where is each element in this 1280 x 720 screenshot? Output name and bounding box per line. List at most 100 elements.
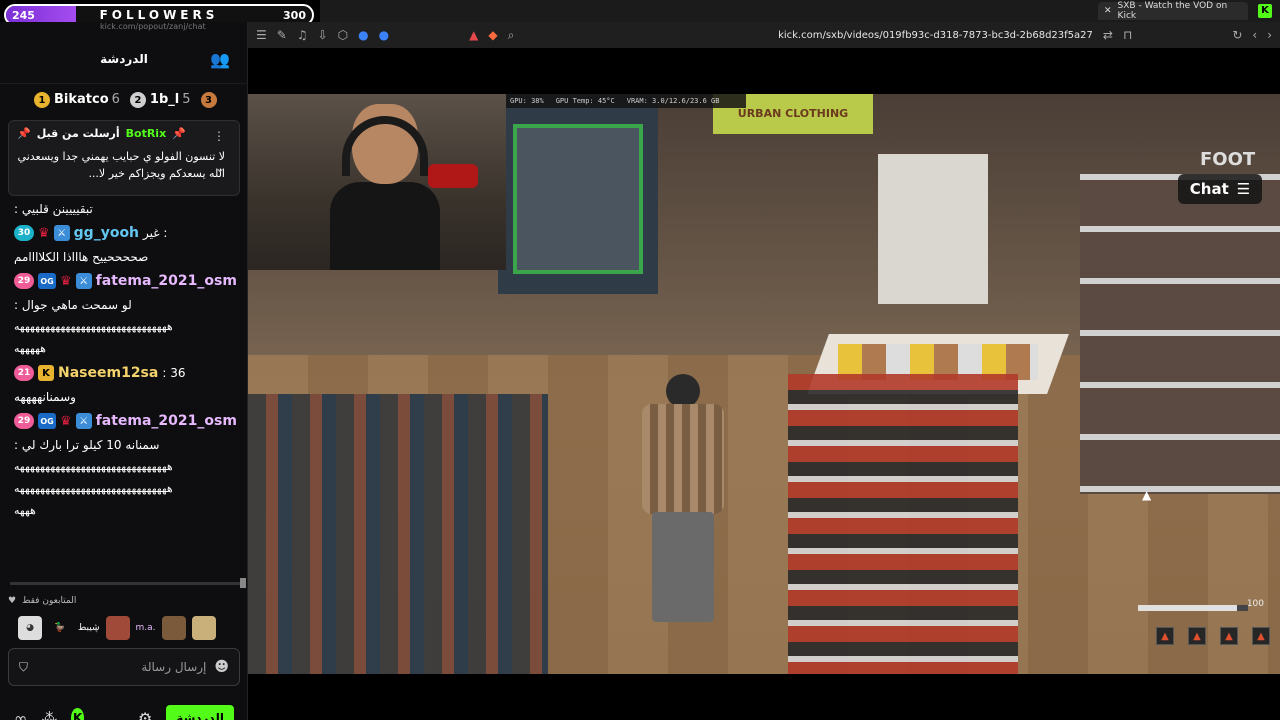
pinned-user[interactable]: BotRix — [126, 127, 167, 140]
forward-icon[interactable]: › — [1267, 28, 1272, 42]
crown-icon: ♛ — [60, 413, 72, 429]
download-icon[interactable]: ⇩ — [318, 28, 328, 42]
shield-icon[interactable]: ● — [379, 28, 389, 42]
followers-only-label: المتابعون فقط — [22, 596, 77, 606]
emote-face[interactable] — [105, 616, 130, 640]
message-text: ههههههههههههههههههههههههههههههه — [14, 320, 174, 333]
weapon-slots: ▲ ▲ ▲ ▲ — [1156, 627, 1270, 645]
message-text: سمنانه 10 كيلو ترا بارك لي : — [14, 438, 160, 452]
reload-icon[interactable]: ↻ — [1232, 28, 1242, 42]
og-badge-icon: OG — [38, 413, 56, 429]
mod-sword-icon: ⚔ — [53, 225, 70, 241]
screen: 245 FOLLOWERS 300 + ✕ SXB - Watch the VO… — [0, 0, 1280, 720]
share-icon[interactable]: ⇄ — [1103, 28, 1113, 42]
chat-scrollbar[interactable] — [240, 578, 246, 588]
chat-panel: kick.com/popout/zanj/chat الدردشة 👥 1 Bik… — [0, 22, 248, 720]
chat-header: الدردشة 👥 — [0, 34, 248, 84]
mouse-cursor-icon: ▲ — [1142, 488, 1152, 502]
bookmark-icon[interactable]: ⊓ — [1123, 28, 1132, 42]
back-icon[interactable]: ‹ — [1252, 28, 1257, 42]
leader-item[interactable]: 2 1b_l 5 — [129, 91, 191, 109]
chat-send-button[interactable]: الدردشة — [166, 705, 234, 720]
chat-list-icon: ☰ — [1236, 180, 1251, 198]
webcam-overlay — [248, 94, 506, 270]
alert-icon[interactable]: ▲ — [469, 28, 478, 42]
sub-badge: 21 — [14, 365, 34, 381]
users-icon[interactable]: 👥 — [210, 50, 230, 69]
chat-input[interactable] — [28, 660, 207, 674]
emoji-icon[interactable]: ☻ — [214, 659, 229, 675]
emote-ghost[interactable]: ◕ — [18, 616, 42, 640]
chat-divider — [10, 582, 242, 585]
close-tab-icon[interactable]: ✕ — [1104, 6, 1112, 16]
extension-icon[interactable]: ⬡ — [338, 28, 348, 42]
clothing-rack — [788, 374, 1018, 674]
message-text: هههههه — [14, 342, 47, 355]
shoe-wall — [1080, 174, 1280, 494]
vpn-icon[interactable]: ● — [358, 28, 368, 42]
url-field[interactable]: kick.com/sxb/videos/019fb93c-d318-7873-b… — [778, 30, 1093, 41]
username[interactable]: fatema_2021_osm — [96, 413, 237, 429]
message-text: ههههههههههههههههههههههههههههههه — [14, 482, 174, 495]
leader-name: 1b_l — [149, 91, 180, 107]
followers-only-notice: ♥ المتابعون فقط — [8, 596, 76, 606]
goal-current: 245 — [12, 8, 35, 22]
og-badge-icon: OG — [38, 273, 56, 289]
tab-strip: + ✕ SXB - Watch the VOD on Kick K — [320, 0, 1280, 22]
gpu-usage: GPU: 38% — [510, 97, 544, 105]
leader-item[interactable]: 3 — [200, 92, 221, 109]
more-options-icon[interactable]: ⋮ — [213, 129, 225, 143]
video-player[interactable]: URBAN CLOTHING FOOT GPU: 38% GPU Temp: 4… — [248, 94, 1280, 674]
streamer-shirt — [330, 182, 440, 270]
kick-logo-icon[interactable]: K — [71, 708, 84, 720]
heart-icon: ♥ — [8, 596, 17, 606]
gear-icon[interactable]: ⚙ — [138, 709, 152, 720]
username[interactable]: fatema_2021_osm — [96, 273, 237, 289]
tab-active[interactable]: ✕ SXB - Watch the VOD on Kick — [1098, 1, 1248, 21]
pin-icon: 📌 — [17, 127, 31, 140]
leader-count: 6 — [111, 91, 120, 107]
address-bar: ☰ ✎ ♫ ⇩ ⬡ ● ● ▲ ◆ ⌕ kick.com/sxb/videos/… — [248, 22, 1280, 48]
pinned-message[interactable]: 📌 BotRix أرسلت من قبل 📌 ⋮ ⌄ لا تنسون الف… — [8, 120, 240, 196]
pin-icon[interactable]: ✎ — [277, 28, 287, 42]
streamer — [330, 104, 440, 270]
popout-url: kick.com/popout/zanj/chat — [100, 22, 206, 31]
menu-icon[interactable]: ☰ — [256, 28, 267, 42]
game-character — [628, 374, 738, 634]
sub-badge: 29 — [14, 413, 34, 429]
emote-text: ڜيبط — [78, 623, 100, 633]
username[interactable]: gg_yooh — [74, 225, 139, 241]
chat-title: الدردشة — [100, 51, 148, 66]
goal-label: FOLLOWERS — [99, 8, 219, 22]
kick-tab-icon[interactable]: K — [1258, 4, 1272, 18]
music-icon[interactable]: ♫ — [297, 28, 308, 42]
pin-icon: 📌 — [172, 127, 186, 140]
emote-face[interactable] — [161, 616, 186, 640]
gold-medal-icon: 1 — [34, 92, 50, 109]
brave-icon[interactable]: ◆ — [488, 28, 497, 42]
pinned-text: لا تنسون الفولو ي حبايب يهمني جدا ويسعدن… — [17, 150, 225, 180]
health-value: 100 — [1246, 599, 1264, 609]
infinity-icon[interactable]: ∞ — [14, 709, 27, 720]
emote-face[interactable] — [191, 616, 216, 640]
emote-duck[interactable]: 🦆 — [48, 616, 72, 640]
chevron-down-icon[interactable]: ⌄ — [215, 161, 225, 175]
shield-icon[interactable]: ⛉ — [19, 660, 28, 675]
message-text: هههه — [14, 504, 37, 517]
message-text: لو سمحت ماهي جوال : — [14, 298, 132, 312]
microphone — [428, 164, 478, 188]
chat-message: 29 OG ♛ ⚔ fatema_2021_osm — [14, 408, 238, 434]
chat-toggle-button[interactable]: Chat ☰ — [1178, 174, 1262, 204]
leader-item[interactable]: 1 Bikatco 6 — [34, 92, 120, 109]
slot-icon: ▲ — [1188, 627, 1206, 645]
dots-icon[interactable]: ⁂ — [41, 709, 57, 720]
chat-footer: ∞ ⁂ K ⚙ الدردشة — [0, 696, 248, 720]
username[interactable]: Naseem12sa — [58, 365, 158, 381]
chat-toggle-label: Chat — [1189, 180, 1229, 198]
search-icon[interactable]: ⌕ — [508, 28, 515, 43]
gpu-temp: GPU Temp: 45°C — [555, 97, 615, 105]
message-text: تبقيييينن قلبيي : — [14, 202, 93, 216]
message-text: وسمنانههههه — [14, 390, 76, 404]
clothing-rack — [248, 394, 548, 674]
chat-message: 21 K Naseem12sa : 36 — [14, 360, 238, 386]
